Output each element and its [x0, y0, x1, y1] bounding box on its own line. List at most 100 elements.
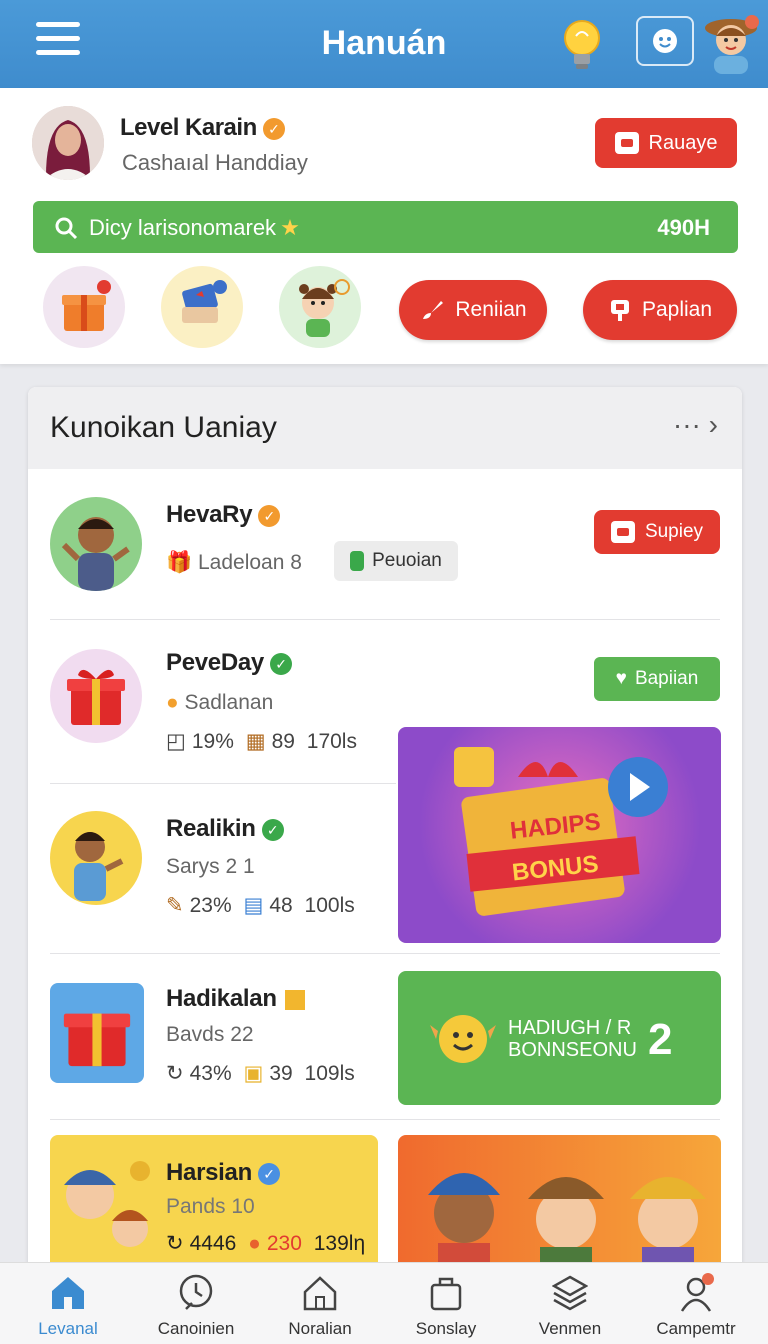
row-stat3-3: 100ls — [304, 894, 355, 917]
ticket-shortcut[interactable] — [161, 266, 243, 348]
section-title: Kunoikan Uaniay — [50, 411, 277, 444]
row-name-3[interactable]: Realikin ✓ — [166, 815, 284, 843]
gift-icon — [62, 280, 111, 331]
row-stat1-2: 19% — [191, 730, 234, 753]
row-name-text-4: Hadikalan — [166, 985, 277, 1012]
row-avatar-1[interactable] — [50, 497, 142, 591]
clock-icon — [179, 1274, 213, 1310]
nav-item-home[interactable]: Levanal — [4, 1263, 132, 1344]
row-name-text-1: HevaRy — [166, 501, 253, 528]
row-name-5: Harsian ✓ — [166, 1159, 280, 1187]
search-value: 490H — [657, 215, 710, 240]
row-divider — [50, 1119, 720, 1120]
row-sub-2: ● Sadlanan — [166, 691, 273, 715]
chest-icon: ▦ — [245, 730, 266, 753]
cube-icon — [284, 989, 305, 1010]
verified-badge-icon: ✓ — [262, 117, 285, 140]
row-avatar-3[interactable] — [50, 811, 142, 905]
profile-action-button[interactable]: Rauaye — [595, 118, 737, 168]
row-divider — [50, 619, 720, 620]
row-name-text-3: Realikin — [166, 815, 256, 842]
character-shortcut[interactable] — [279, 266, 361, 348]
row-name-1[interactable]: HevaRy ✓ — [166, 501, 281, 529]
row-sub-1: 🎁 Ladeloan 8 — [166, 551, 302, 575]
row-name-text-5: Harsian — [166, 1159, 252, 1186]
user-avatar-icon[interactable] — [702, 8, 760, 74]
fox-icon: ● — [248, 1232, 261, 1255]
nav-item-bag[interactable]: Sonslay — [382, 1263, 510, 1344]
row-tag-1[interactable]: Peuoian — [334, 541, 458, 581]
section-card: Kunoikan Uaniay ··· › HevaRy ✓ 🎁 Ladeloan… — [28, 387, 742, 1344]
profile-action-label: Rauaye — [648, 131, 718, 154]
row-stat1-3: 23% — [189, 894, 232, 917]
promo-banner-bonus[interactable]: HADIPS BONUS — [398, 727, 721, 943]
row-stats-2: ◰ 19% ▦ 89 170ls — [166, 729, 363, 754]
search-icon — [53, 215, 79, 247]
house-outline-icon — [303, 1276, 337, 1311]
verified-badge-icon: ✓ — [257, 1162, 280, 1185]
girl-character-icon — [299, 279, 350, 337]
promo-banner-green[interactable]: HADIUGH / R BONNSEONU 2 — [398, 971, 721, 1105]
row-stats-3: ✎ 23% ▤ 48 100ls — [166, 893, 361, 918]
brush-icon — [423, 301, 444, 319]
row-name-2[interactable]: PeveDay ✓ — [166, 649, 292, 677]
row-sub-text-1: Ladeloan 8 — [198, 551, 302, 574]
nav-label-home: Levanal — [38, 1319, 98, 1338]
row-avatar-2[interactable] — [50, 649, 142, 743]
nav-item-house[interactable]: Noralian — [256, 1263, 384, 1344]
gift-small-icon: 🎁 — [166, 551, 193, 574]
quick-action-button-1[interactable]: Reniian — [399, 280, 547, 340]
star-icon: ★ — [280, 215, 300, 240]
search-text-value: Dicy larisonomarek — [89, 215, 277, 240]
more-dots: ··· — [672, 409, 701, 440]
promo2-number: 2 — [648, 1015, 673, 1064]
profile-avatar[interactable] — [32, 106, 104, 180]
boy-character-icon — [61, 517, 130, 591]
more-chevron-icon[interactable]: ··· › — [673, 409, 718, 441]
face-button[interactable] — [636, 16, 694, 66]
row-sub-4: Bavds 22 — [166, 1023, 254, 1046]
face-icon — [653, 29, 677, 53]
row-card-5[interactable]: Harsian ✓ Pands 10 ↻ 4446 ● 230 139lη — [50, 1135, 378, 1275]
search-bar[interactable]: Dicy larisonomarek ★ 490H — [33, 201, 738, 253]
row-name-4[interactable]: Hadikalan — [166, 985, 305, 1013]
bag-icon — [430, 1277, 462, 1311]
row-action-button-2[interactable]: ♥ Bapiian — [594, 657, 720, 701]
promo-banner-kids[interactable] — [398, 1135, 721, 1275]
top-app-bar: Hanuán — [0, 0, 768, 88]
nav-label-layers: Venmen — [538, 1319, 602, 1338]
nav-item-clock[interactable]: Canoinien — [132, 1263, 260, 1344]
profile-name: Level Karain ✓ — [120, 114, 285, 142]
row-stat2-5: 230 — [266, 1232, 302, 1255]
row-avatar-4[interactable] — [50, 983, 144, 1083]
woman-avatar-icon — [32, 106, 104, 180]
row-stats-5: ↻ 4446 ● 230 139lη — [166, 1231, 371, 1256]
nav-label-bag: Sonslay — [415, 1319, 477, 1338]
pin-icon — [610, 300, 629, 321]
verified-badge-icon: ✓ — [258, 504, 281, 527]
nav-label-clock: Canoinien — [157, 1319, 235, 1338]
row-stat1-5: 4446 — [189, 1232, 237, 1255]
row-action-label-1: Supiey — [644, 521, 704, 542]
kids-character-icon — [64, 1161, 150, 1247]
profile-name-text: Level Karain — [120, 114, 257, 141]
row-stat2-2: 89 — [271, 730, 295, 753]
heart-icon: ♥ — [615, 668, 627, 689]
row-action-button-1[interactable]: Supiey — [594, 510, 720, 554]
row-stat3-4: 109ls — [304, 1062, 355, 1085]
lightbulb-icon[interactable] — [558, 16, 606, 74]
layers-icon — [552, 1275, 588, 1311]
row-divider — [50, 953, 720, 954]
quick-action-button-2[interactable]: Paplian — [583, 280, 737, 340]
row-stat1-4: 43% — [189, 1062, 232, 1085]
pencil-icon: ✎ — [166, 894, 184, 917]
gift-shortcut[interactable] — [43, 266, 125, 348]
nav-item-profile[interactable]: Campemtr — [632, 1263, 760, 1344]
refresh-icon: ↻ — [166, 1232, 184, 1255]
ticket-icon — [614, 132, 639, 154]
promo2-line1: HADIUGH / R — [508, 1017, 632, 1039]
profile-icon — [680, 1273, 714, 1312]
kids-group-illustration — [428, 1173, 706, 1275]
nav-item-layers[interactable]: Venmen — [506, 1263, 634, 1344]
nav-label-profile: Campemtr — [656, 1319, 736, 1338]
